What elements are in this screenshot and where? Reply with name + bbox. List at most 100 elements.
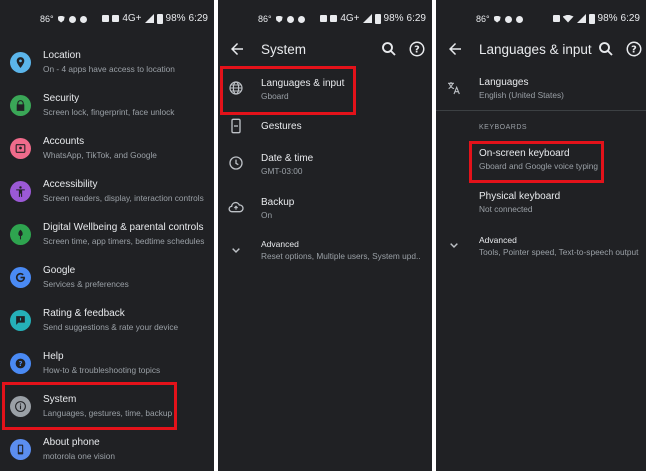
chevron-down-icon (232, 248, 240, 254)
settings-item-security[interactable]: Security Screen lock, fingerprint, face … (0, 89, 214, 127)
help-icon[interactable]: ? (625, 40, 643, 58)
system-item-gestures[interactable]: Gestures (218, 114, 432, 144)
item-title: Date & time (261, 153, 314, 164)
temperature: 86° (40, 14, 54, 24)
item-title: Backup (261, 197, 295, 208)
link-icon (320, 15, 328, 22)
settings-item-about-phone[interactable]: About phone motorola one vision (0, 433, 214, 471)
settings-item-digital-wellbeing[interactable]: Digital Wellbeing & parental controls Sc… (0, 218, 214, 256)
svg-text:?: ? (631, 44, 637, 55)
backup-icon (228, 201, 244, 213)
settings-item-rating-feedback[interactable]: Rating & feedback Send suggestions & rat… (0, 304, 214, 342)
signal-icon (576, 14, 586, 23)
accounts-icon (10, 138, 31, 159)
page-title: Languages & input (479, 42, 592, 57)
item-subtitle: Screen readers, display, interaction con… (43, 193, 204, 203)
item-title: Accounts (43, 136, 85, 147)
clock-time: 6:29 (188, 13, 208, 24)
chevron-down-icon (450, 243, 458, 249)
back-arrow-icon[interactable] (446, 40, 464, 58)
clock-time: 6:29 (620, 13, 640, 24)
svg-text:?: ? (18, 359, 22, 368)
item-subtitle: Not connected (479, 204, 533, 214)
status-bar: 86° 98% 6:29 (436, 0, 646, 34)
lock-icon (10, 95, 31, 116)
search-icon[interactable] (380, 40, 398, 58)
item-title: Security (43, 93, 80, 104)
accessibility-icon (10, 181, 31, 202)
languages-advanced-item[interactable]: Advanced Tools, Pointer speed, Text-to-s… (436, 232, 646, 268)
shield-icon (275, 15, 283, 23)
item-title: Advanced (479, 235, 517, 245)
highlight-box (220, 66, 356, 115)
translate-icon (448, 82, 460, 95)
languages-input-screen: 86° 98% 6:29 Languages & input ? Languag… (436, 0, 646, 471)
wifi-icon (562, 14, 574, 23)
item-title: Rating & feedback (43, 308, 125, 319)
item-subtitle: Send suggestions & rate your device (43, 322, 179, 332)
item-title: Languages (479, 77, 529, 88)
system-screen: 86° 4G+ 98% 6:29 System ? Languages & in… (218, 0, 432, 471)
location-icon (10, 52, 31, 73)
help-icon: ? (10, 353, 31, 374)
settings-item-location[interactable]: Location On - 4 apps have access to loca… (0, 46, 214, 84)
item-title: About phone (43, 437, 100, 448)
status-bar: 86° 4G+ 98% 6:29 (218, 0, 432, 34)
system-item-date-time[interactable]: Date & time GMT-03:00 (218, 148, 432, 188)
system-item-backup[interactable]: Backup On (218, 192, 432, 232)
settings-item-google[interactable]: Google Services & preferences (0, 261, 214, 299)
battery-level: 98% (383, 13, 404, 24)
item-subtitle: Reset options, Multiple users, System up… (261, 251, 421, 261)
temperature: 86° (258, 14, 272, 24)
search-icon[interactable] (597, 40, 615, 58)
settings-screen: 86° 4G+ 98% 6:29 Location On - 4 apps ha… (0, 0, 214, 471)
gestures-icon (231, 118, 241, 134)
highlight-box (469, 141, 604, 183)
wellbeing-icon (10, 224, 31, 245)
item-title: Physical keyboard (479, 191, 561, 202)
divider (436, 110, 646, 111)
page-title: System (261, 42, 307, 57)
notification-icon (79, 15, 87, 23)
mute-icon (112, 15, 120, 22)
link-icon (552, 15, 560, 22)
notification-icon (68, 15, 76, 23)
mute-icon (330, 15, 338, 22)
item-subtitle: Screen time, app timers, bedtime schedul… (43, 236, 205, 246)
item-title: Advanced (261, 239, 299, 249)
item-subtitle: motorola one vision (43, 451, 115, 461)
item-subtitle: On - 4 apps have access to location (43, 64, 175, 74)
back-arrow-icon[interactable] (228, 40, 246, 58)
settings-item-accounts[interactable]: Accounts WhatsApp, TikTok, and Google (0, 132, 214, 170)
clock-time: 6:29 (406, 13, 426, 24)
battery-level: 98% (597, 13, 618, 24)
notification-icon (286, 15, 294, 23)
battery-icon (156, 13, 163, 24)
link-icon (102, 15, 110, 22)
item-title: Help (43, 351, 64, 362)
shield-icon (493, 15, 501, 23)
physical-keyboard-item[interactable]: Physical keyboard Not connected (436, 186, 646, 222)
phone-icon (10, 439, 31, 460)
shield-icon (57, 15, 65, 23)
system-item-advanced[interactable]: Advanced Reset options, Multiple users, … (218, 236, 432, 272)
settings-item-help[interactable]: ? Help How-to & troubleshooting topics (0, 347, 214, 385)
languages-item[interactable]: Languages English (United States) (436, 72, 646, 108)
item-subtitle: GMT-03:00 (261, 166, 303, 176)
battery-level: 98% (165, 13, 186, 24)
item-title: Accessibility (43, 179, 98, 190)
item-subtitle: How-to & troubleshooting topics (43, 365, 161, 375)
highlight-box (2, 382, 177, 430)
item-title: Gestures (261, 121, 302, 132)
help-icon[interactable]: ? (408, 40, 426, 58)
item-subtitle: WhatsApp, TikTok, and Google (43, 150, 157, 160)
notification-icon (504, 15, 512, 23)
status-bar: 86° 4G+ 98% 6:29 (0, 0, 214, 34)
svg-text:?: ? (414, 44, 420, 55)
notification-icon (515, 15, 523, 23)
item-subtitle: Services & preferences (43, 279, 129, 289)
settings-item-accessibility[interactable]: Accessibility Screen readers, display, i… (0, 175, 214, 213)
network-type: 4G+ (122, 13, 142, 24)
battery-icon (588, 13, 595, 24)
network-type: 4G+ (340, 13, 360, 24)
